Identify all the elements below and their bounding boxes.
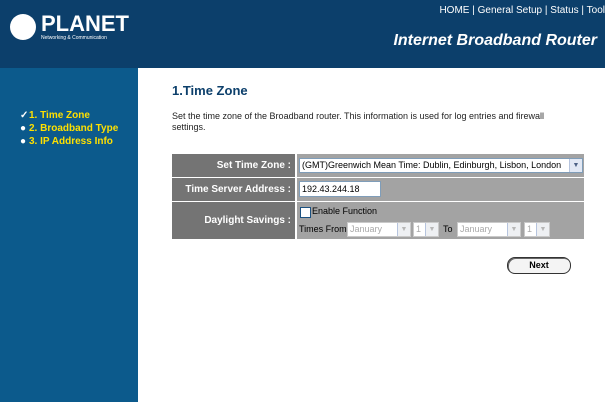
from-month-select[interactable]: January ▼ (347, 222, 411, 237)
product-title: Internet Broadband Router (393, 32, 597, 49)
time-server-row: Time Server Address : 192.43.244.18 (172, 178, 584, 201)
header-banner: PLANET Networking & Communication HOME |… (0, 0, 605, 68)
sidebar-item-ip-address-info[interactable]: ● 3. IP Address Info (20, 136, 113, 147)
from-month-selected: January (350, 224, 383, 234)
logo-subtitle: Networking & Communication (41, 35, 107, 41)
time-zone-value-cell: (GMT)Greenwich Mean Time: Dublin, Edinbu… (297, 154, 584, 177)
chevron-down-icon: ▼ (507, 223, 520, 236)
chevron-down-icon: ▼ (536, 223, 549, 236)
to-month-select[interactable]: January ▼ (457, 222, 521, 237)
time-server-value-cell: 192.43.244.18 (297, 178, 584, 201)
nav-tool-link[interactable]: Tool (587, 5, 605, 16)
page-description: Set the time zone of the Broadband route… (172, 111, 545, 132)
time-server-label: Time Server Address : (172, 178, 295, 201)
chevron-down-icon: ▼ (569, 159, 582, 172)
nav-separator: | (544, 5, 548, 16)
page-title: 1.Time Zone (172, 83, 248, 98)
nav-home-link[interactable]: HOME (439, 5, 469, 16)
to-month-selected: January (460, 224, 493, 234)
time-zone-selected: (GMT)Greenwich Mean Time: Dublin, Edinbu… (302, 160, 562, 170)
chevron-down-icon: ▼ (397, 223, 410, 236)
time-server-input[interactable]: 192.43.244.18 (299, 181, 381, 197)
daylight-savings-row: Daylight Savings : Enable Function Times… (172, 202, 584, 239)
times-from-label: Times From (299, 224, 347, 234)
daylight-savings-value-cell: Enable Function Times From January ▼ 1 ▼… (297, 202, 584, 239)
time-zone-row: Set Time Zone : (GMT)Greenwich Mean Time… (172, 154, 584, 177)
next-button[interactable]: Next (507, 257, 571, 274)
logo-circle-icon (10, 14, 36, 40)
sidebar-item-time-zone[interactable]: ✓1. Time Zone (20, 110, 90, 121)
to-label: To (443, 224, 453, 234)
from-day-selected: 1 (416, 224, 422, 234)
enable-function-label: Enable Function (312, 206, 378, 216)
nav-general-setup-link[interactable]: General Setup (478, 5, 543, 16)
daylight-savings-label: Daylight Savings : (172, 202, 295, 239)
sidebar: ✓1. Time Zone ● 2. Broadband Type ● 3. IP … (0, 68, 138, 402)
sidebar-item-label: 3. IP Address Info (29, 136, 113, 147)
top-navigation: HOME | General Setup | Status | Tool (439, 5, 605, 16)
from-day-select[interactable]: 1 ▼ (413, 222, 439, 237)
check-icon: ✓ (20, 110, 29, 121)
planet-logo: PLANET Networking & Communication (10, 12, 145, 46)
to-day-selected: 1 (527, 224, 533, 234)
nav-separator: | (581, 5, 585, 16)
time-zone-select[interactable]: (GMT)Greenwich Mean Time: Dublin, Edinbu… (299, 158, 583, 173)
enable-function-checkbox[interactable] (300, 207, 311, 218)
bullet-icon: ● (20, 123, 27, 134)
chevron-down-icon: ▼ (425, 223, 438, 236)
time-zone-label: Set Time Zone : (172, 154, 295, 177)
sidebar-item-label: 1. Time Zone (29, 110, 90, 121)
bullet-icon: ● (20, 136, 27, 147)
sidebar-item-label: 2. Broadband Type (29, 123, 119, 134)
to-day-select[interactable]: 1 ▼ (524, 222, 550, 237)
nav-status-link[interactable]: Status (550, 5, 578, 16)
logo-text: PLANET (41, 11, 129, 36)
nav-separator: | (472, 5, 475, 16)
sidebar-item-broadband-type[interactable]: ● 2. Broadband Type (20, 123, 118, 134)
